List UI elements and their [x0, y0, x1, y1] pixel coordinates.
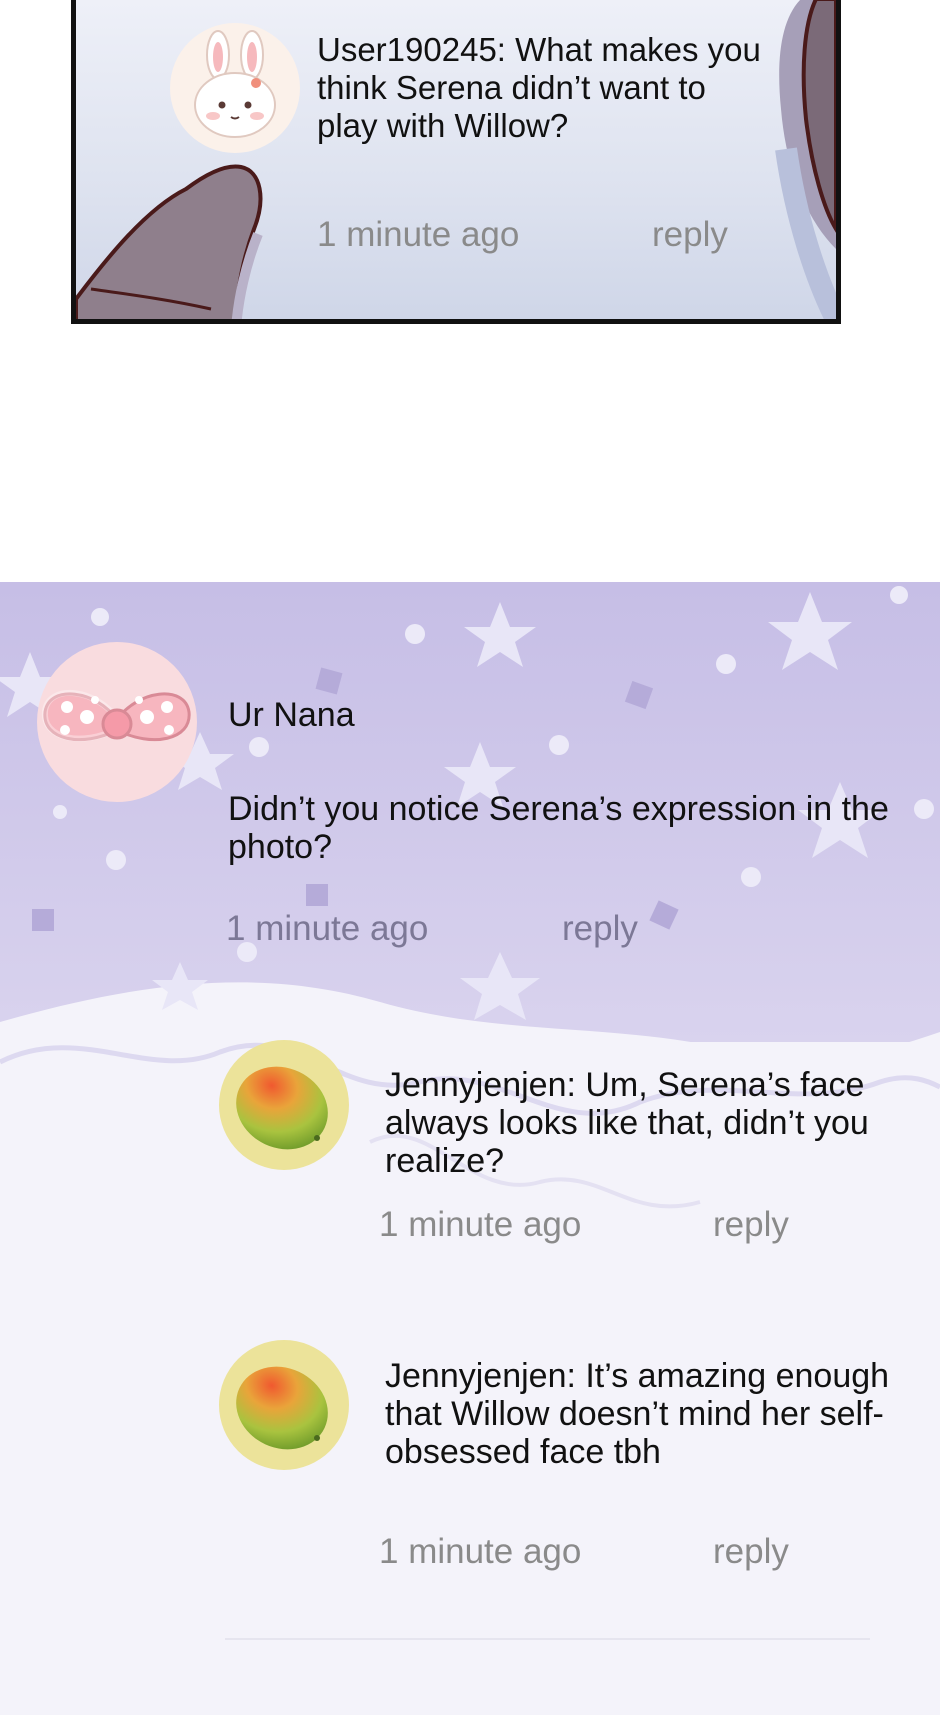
- bunny-avatar-icon: [170, 23, 300, 153]
- main-comment-reply-button[interactable]: reply: [562, 909, 638, 949]
- bow-avatar-icon: [37, 642, 197, 802]
- top-comment-panel: User190245: What makes you think Serena …: [71, 0, 841, 324]
- mango-avatar-icon: [219, 1340, 349, 1470]
- reply-2-time: 1 minute ago: [379, 1532, 582, 1571]
- main-comment-time: 1 minute ago: [226, 909, 429, 948]
- main-comment-text: Didn’t you notice Serena’s expression in…: [228, 790, 889, 866]
- reply-1-text: Jennyjenjen: Um, Serena’s face always lo…: [385, 1066, 869, 1180]
- reply-2-reply-button[interactable]: reply: [713, 1532, 789, 1572]
- reply-1-reply-button[interactable]: reply: [713, 1205, 789, 1245]
- thread-divider: [225, 1638, 870, 1640]
- main-comment-username: Ur Nana: [228, 696, 355, 734]
- top-comment-reply-button[interactable]: reply: [652, 215, 728, 255]
- top-comment-time: 1 minute ago: [317, 215, 520, 254]
- mango-avatar-icon: [219, 1040, 349, 1170]
- top-comment-text: User190245: What makes you think Serena …: [317, 31, 761, 144]
- reply-2-text: Jennyjenjen: It’s amazing enough that Wi…: [385, 1357, 890, 1471]
- reply-1-time: 1 minute ago: [379, 1205, 582, 1244]
